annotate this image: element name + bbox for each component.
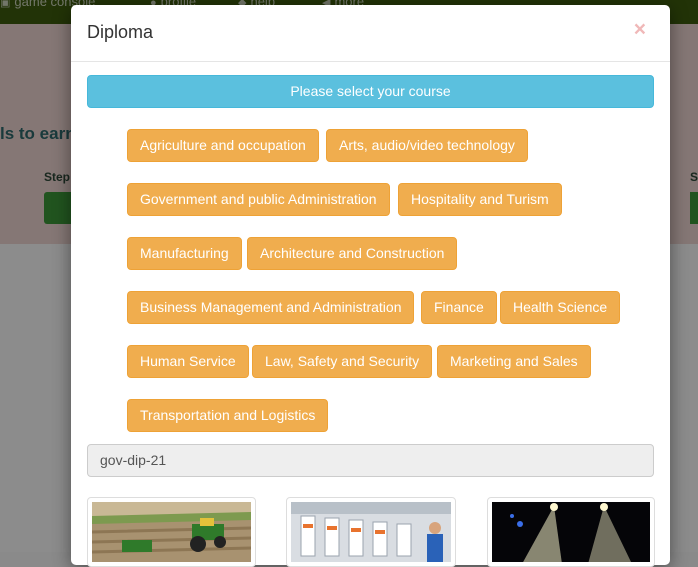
thumbnail-manufacturing[interactable] [286,497,456,567]
course-button-hospitality[interactable]: Hospitality and Turism [398,183,562,216]
close-button[interactable]: × [634,19,646,40]
course-button-government[interactable]: Government and public Administration [127,183,390,216]
course-button-human-service[interactable]: Human Service [127,345,249,378]
course-button-arts-av[interactable]: Arts, audio/video technology [326,129,528,162]
course-button-health-science[interactable]: Health Science [500,291,621,324]
select-course-banner: Please select your course [87,75,654,108]
tractor-field-image [92,502,251,562]
course-code-field[interactable]: gov-dip-21 [87,444,654,477]
thumbnail-arts[interactable] [487,497,655,567]
course-button-law-safety[interactable]: Law, Safety and Security [252,345,433,378]
diploma-modal: Diploma × Please select your course Agri… [71,5,670,567]
course-button-agriculture[interactable]: Agriculture and occupation [127,129,319,162]
course-button-transportation[interactable]: Transportation and Logistics [127,399,329,432]
course-button-finance[interactable]: Finance [421,291,497,324]
thumbnail-agriculture[interactable] [87,497,256,567]
course-button-manufacturing[interactable]: Manufacturing [127,237,242,270]
stage-lights-image [492,502,650,562]
modal-title: Diploma [87,22,154,42]
course-button-marketing[interactable]: Marketing and Sales [437,345,591,378]
course-button-architecture[interactable]: Architecture and Construction [247,237,458,270]
course-button-business[interactable]: Business Management and Administration [127,291,415,324]
modal-header: Diploma × [71,5,670,62]
factory-worker-image [291,502,451,562]
